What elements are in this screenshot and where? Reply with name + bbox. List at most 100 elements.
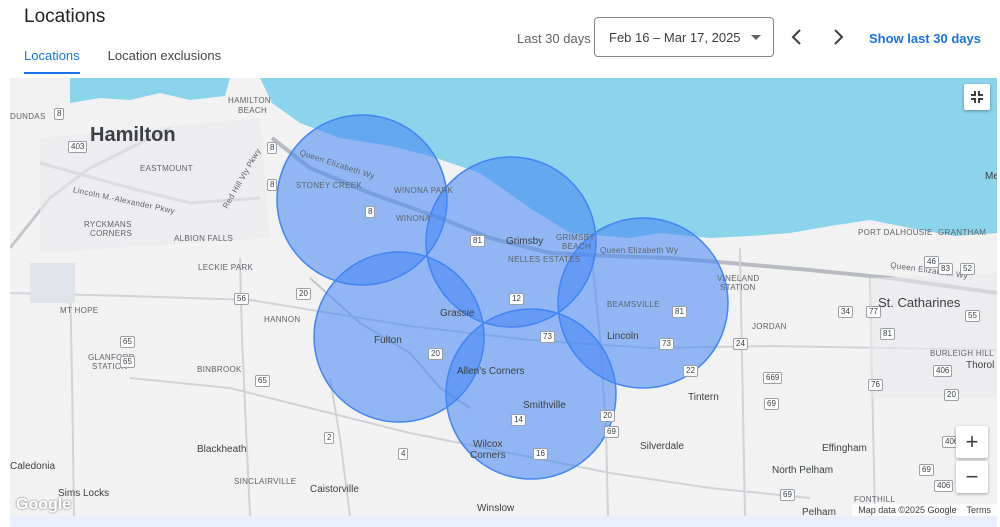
route-shield: 8	[267, 142, 278, 154]
route-shield: 669	[763, 372, 783, 384]
route-shield: 34	[838, 306, 853, 318]
route-shield: 403	[68, 141, 88, 153]
map-label: RYCKMANS	[84, 220, 132, 229]
map-label: Grimsby	[506, 236, 544, 247]
route-shield: 12	[509, 293, 524, 305]
route-shield: 20	[428, 348, 443, 360]
map-label: FONTHILL	[854, 495, 896, 504]
previous-period-button[interactable]	[785, 25, 809, 49]
map-label: Corners	[470, 450, 506, 461]
map-label: Me	[985, 171, 997, 182]
route-shield: 46	[924, 256, 939, 268]
tab-bar: Locations Location exclusions	[24, 48, 221, 74]
map-label: Caledonia	[10, 461, 56, 472]
route-shield: 16	[533, 448, 548, 460]
tab-location-exclusions[interactable]: Location exclusions	[108, 48, 221, 74]
airport-area	[30, 263, 75, 303]
map-label: CORNERS	[90, 229, 133, 238]
map-label: Fulton	[374, 335, 402, 346]
route-shield: 73	[540, 331, 555, 343]
route-shield: 65	[120, 336, 135, 348]
dropdown-caret-icon	[751, 35, 761, 40]
map-label: Blackheath	[197, 444, 247, 455]
route-shield: 4	[398, 448, 409, 460]
map-label: JORDAN	[752, 322, 787, 331]
map-label: Queen Elizabeth Wy	[600, 246, 679, 255]
route-shield: 52	[960, 263, 975, 275]
fullscreen-exit-button[interactable]	[964, 84, 990, 110]
route-shield: 73	[659, 338, 674, 350]
map-label: SINCLAIRVILLE	[234, 477, 297, 486]
map-label: Tintern	[688, 392, 719, 403]
route-shield: 65	[120, 356, 135, 368]
google-logo: Google	[16, 496, 72, 513]
map-label: Wilcox	[473, 439, 503, 450]
map-label: BINBROOK	[197, 365, 242, 374]
route-shield: 20	[944, 389, 959, 401]
map-label: Smithville	[523, 400, 566, 411]
map-label: WINONA	[396, 214, 431, 223]
map-label: Effingham	[822, 443, 867, 454]
route-shield: 406	[933, 365, 953, 377]
map-attribution: Map data ©2025 Google Terms	[852, 504, 997, 516]
map-label: GRANTHAM	[938, 228, 987, 237]
map-label: Silverdale	[640, 441, 684, 452]
map-label: Grassie	[440, 308, 475, 319]
zoom-in-button[interactable]: +	[956, 426, 988, 458]
range-label: Last 30 days	[517, 31, 591, 46]
map-label: LECKIE PARK	[198, 263, 254, 272]
map-label: Lincoln	[607, 331, 639, 342]
map-label: DUNDAS	[10, 112, 46, 121]
map-label: HAMILTON	[228, 96, 271, 105]
zoom-out-button[interactable]: −	[956, 461, 988, 493]
attribution-text: Map data ©2025 Google	[858, 505, 957, 515]
map-label: Allen's Corners	[457, 366, 525, 377]
route-shield: 55	[965, 310, 980, 322]
map-label-hamilton: Hamilton	[90, 124, 176, 146]
page-title: Locations	[24, 6, 106, 27]
route-shield: 56	[234, 293, 249, 305]
map-label: EASTMOUNT	[140, 164, 193, 173]
chevron-left-icon	[791, 29, 801, 45]
hamilton-harbour	[70, 78, 230, 103]
route-shield: 81	[672, 306, 687, 318]
map-label: STONEY CREEK	[296, 181, 362, 190]
terms-link[interactable]: Terms	[967, 505, 992, 515]
route-shield: 8	[54, 108, 65, 120]
route-shield: 8	[365, 206, 376, 218]
route-shield: 22	[683, 365, 698, 377]
date-range-select[interactable]: Feb 16 – Mar 17, 2025	[594, 17, 774, 57]
map-label: PORT DALHOUSIE	[858, 228, 933, 237]
map-label: BEACH	[562, 242, 592, 251]
route-shield: 76	[868, 379, 883, 391]
chevron-right-icon	[834, 29, 844, 45]
map-label: WINONA PARK	[394, 186, 454, 195]
map-label: BEAMSVILLE	[607, 300, 660, 309]
route-shield: 69	[780, 489, 795, 501]
map-label: HANNON	[264, 315, 301, 324]
route-shield: 77	[866, 306, 881, 318]
show-last-30-days-link[interactable]: Show last 30 days	[869, 31, 981, 46]
map-label: North Pelham	[772, 465, 834, 476]
fullscreen-exit-icon	[971, 91, 983, 103]
map-label: Winslow	[477, 503, 515, 514]
tab-locations[interactable]: Locations	[24, 48, 80, 74]
map-label: VINELAND	[717, 274, 760, 283]
map-label: ALBION FALLS	[174, 234, 234, 243]
map-label: GRIMSBY	[556, 233, 595, 242]
route-shield: 81	[470, 235, 485, 247]
route-shield: 65	[255, 375, 270, 387]
date-range-value: Feb 16 – Mar 17, 2025	[609, 29, 741, 45]
map-label: BEACH	[238, 106, 268, 115]
map[interactable]: Hamilton HAMILTON BEACH DUNDAS EASTMOUNT…	[10, 78, 997, 516]
route-shield: 20	[600, 410, 615, 422]
next-period-button[interactable]	[826, 25, 850, 49]
route-shield: 406	[934, 480, 954, 492]
route-shield: 8	[267, 179, 278, 191]
route-shield: 69	[604, 426, 619, 438]
map-label-st-catharines: St. Catharines	[878, 295, 961, 310]
route-shield: 20	[296, 288, 311, 300]
map-label: BURLEIGH HILL	[930, 349, 994, 358]
route-shield: 69	[764, 398, 779, 410]
route-shield: 2	[324, 432, 335, 444]
